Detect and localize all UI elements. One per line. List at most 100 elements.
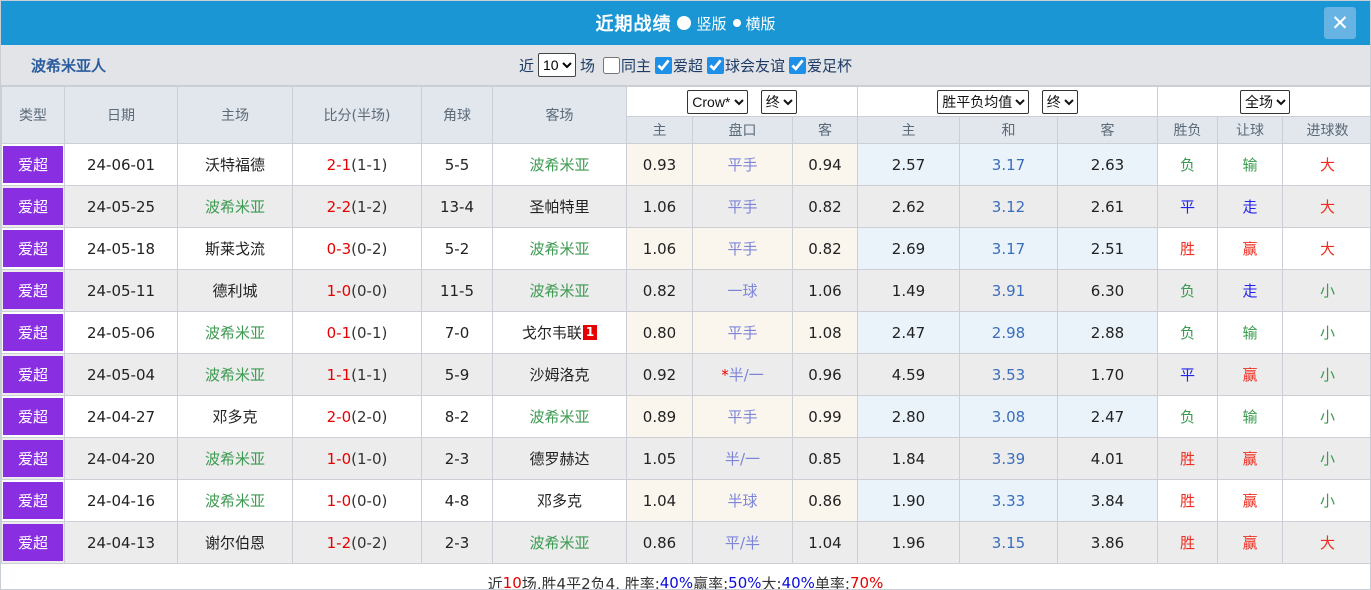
away-team-cell[interactable]: 沙姆洛克: [492, 353, 627, 396]
home-team[interactable]: 沃特福德: [205, 156, 265, 174]
away-team[interactable]: 波希米亚: [529, 240, 589, 258]
away-team[interactable]: 波希米亚: [529, 534, 589, 552]
table-row: 爱超 24-05-06 波希米亚 0-1(0-1) 7-0 戈尔韦联 1 0.80…: [1, 311, 1370, 354]
home-team[interactable]: 波希米亚: [205, 198, 265, 216]
away-team[interactable]: 圣帕特里: [529, 198, 589, 216]
home-team[interactable]: 谢尔伯恩: [205, 534, 265, 552]
home-team[interactable]: 德利城: [212, 282, 257, 300]
ah-away-odds-cell: 1.06: [792, 269, 858, 312]
home-team-cell[interactable]: 斯莱戈流: [177, 227, 293, 270]
fulltime-score: 0-3: [326, 239, 352, 258]
footer-summary: 近 10 场,胜4平2负4, 胜率: 40% 赢率: 50% 大: 40% 单率: 70%: [1, 564, 1370, 590]
away-team[interactable]: 沙姆洛克: [529, 366, 589, 384]
home-team[interactable]: 波希米亚: [205, 492, 265, 510]
letgoal-result-cell: 输: [1217, 143, 1284, 186]
date-cell: 24-04-16: [64, 479, 178, 522]
home-team-cell[interactable]: 波希米亚: [177, 437, 293, 480]
ah-line-cell: 半/一: [692, 437, 793, 480]
home-team[interactable]: 波希米亚: [205, 450, 265, 468]
home-team[interactable]: 斯莱戈流: [205, 240, 265, 258]
home-team[interactable]: 邓多克: [212, 408, 257, 426]
home-team-cell[interactable]: 谢尔伯恩: [177, 521, 293, 564]
result-cell: 平: [1157, 353, 1219, 396]
away-team-cell[interactable]: 波希米亚: [492, 395, 627, 438]
league-badge: 爱超: [3, 272, 63, 309]
home-team-cell[interactable]: 德利城: [177, 269, 293, 312]
matches-label: 场: [579, 56, 595, 75]
radio-unselected-icon[interactable]: [732, 19, 741, 27]
subheader-eu-away: 客: [1056, 116, 1159, 144]
home-team-cell[interactable]: 波希米亚: [177, 353, 293, 396]
result-cell: 负: [1157, 269, 1219, 312]
handicap-company-select[interactable]: Crow*: [687, 89, 749, 114]
home-team-cell[interactable]: 波希米亚: [177, 479, 293, 522]
home-team-cell[interactable]: 沃特福德: [177, 143, 293, 186]
filter-checkbox-0[interactable]: 同主: [599, 55, 651, 76]
away-team-cell[interactable]: 戈尔韦联 1: [492, 311, 627, 354]
letgoal-result-cell: 输: [1217, 311, 1284, 354]
league-badge: 爱超: [3, 356, 63, 393]
ah-home-odds-cell: 0.86: [626, 521, 693, 564]
league-cell: 爱超: [1, 395, 65, 438]
eu-away-odds-cell: 2.61: [1056, 185, 1159, 228]
title-bar: 近期战绩 竖版 横版 ✕: [1, 1, 1370, 45]
red-card-badge: 1: [582, 325, 598, 340]
layout-radio-vertical[interactable]: 竖版: [677, 13, 727, 34]
away-team[interactable]: 德罗赫达: [529, 450, 589, 468]
near-label: 近: [518, 56, 534, 75]
eu-home-odds-cell: 1.49: [857, 269, 960, 312]
away-team-cell[interactable]: 波希米亚: [492, 227, 627, 270]
footer-segment: 40%: [781, 574, 815, 590]
corners-cell: 11-5: [421, 269, 493, 312]
away-team[interactable]: 戈尔韦联: [522, 324, 582, 342]
away-team-cell[interactable]: 波希米亚: [492, 269, 627, 312]
checkbox-input[interactable]: [655, 56, 672, 74]
away-team[interactable]: 波希米亚: [529, 156, 589, 174]
europe-company-select[interactable]: 胜平负均值: [937, 89, 1030, 114]
filter-checkbox-1[interactable]: 爱超: [651, 55, 703, 76]
close-button[interactable]: ✕: [1324, 7, 1356, 39]
filter-checkbox-2[interactable]: 球会友谊: [703, 55, 785, 76]
home-team-cell[interactable]: 波希米亚: [177, 311, 293, 354]
radio-selected-icon[interactable]: [677, 16, 692, 30]
layout-radio-horizontal[interactable]: 横版: [732, 13, 776, 34]
scope-select[interactable]: 全场: [1240, 89, 1291, 114]
match-count-select[interactable]: 10: [537, 53, 576, 77]
halftime-score: (1-0): [351, 449, 388, 468]
eu-draw-odds-cell: 3.17: [959, 143, 1058, 186]
ah-away-odds-cell: 0.82: [792, 227, 858, 270]
away-team-cell[interactable]: 邓多克: [492, 479, 627, 522]
league-cell: 爱超: [1, 311, 65, 354]
ah-home-odds-cell: 1.06: [626, 227, 693, 270]
handicap-line: 平手: [727, 324, 758, 342]
checkbox-input[interactable]: [707, 56, 725, 74]
fulltime-score: 1-0: [326, 449, 352, 468]
league-cell: 爱超: [1, 269, 65, 312]
footer-segment: 50%: [728, 574, 762, 590]
away-team-cell[interactable]: 圣帕特里: [492, 185, 627, 228]
home-team-cell[interactable]: 波希米亚: [177, 185, 293, 228]
away-team-cell[interactable]: 德罗赫达: [492, 437, 627, 480]
filter-checkbox-3[interactable]: 爱足杯: [785, 55, 852, 76]
eu-draw-odds-cell: 3.91: [959, 269, 1058, 312]
home-team[interactable]: 波希米亚: [205, 366, 265, 384]
ah-home-odds-cell: 1.06: [626, 185, 693, 228]
europe-time-select[interactable]: 终: [1041, 89, 1078, 114]
footer-segment: 场,胜4平2负4, 胜率:: [521, 574, 660, 590]
away-team[interactable]: 波希米亚: [529, 282, 589, 300]
checkbox-input[interactable]: [789, 56, 807, 74]
league-badge: 爱超: [3, 188, 63, 225]
away-team-cell[interactable]: 波希米亚: [492, 143, 627, 186]
away-team[interactable]: 波希米亚: [529, 408, 589, 426]
ah-away-odds-cell: 0.94: [792, 143, 858, 186]
table-body: 爱超 24-06-01 沃特福德 2-1(1-1) 5-5 波希米亚 0.93 …: [1, 143, 1370, 564]
subheader-ah-home: 主: [626, 116, 693, 144]
away-team-cell[interactable]: 波希米亚: [492, 521, 627, 564]
away-team[interactable]: 邓多克: [537, 492, 582, 510]
home-team[interactable]: 波希米亚: [205, 324, 265, 342]
home-team-cell[interactable]: 邓多克: [177, 395, 293, 438]
checkbox-input[interactable]: [602, 56, 620, 74]
halftime-score: (2-0): [351, 407, 388, 426]
handicap-time-select[interactable]: 终: [760, 89, 797, 114]
ah-line-cell: 一球: [692, 269, 793, 312]
